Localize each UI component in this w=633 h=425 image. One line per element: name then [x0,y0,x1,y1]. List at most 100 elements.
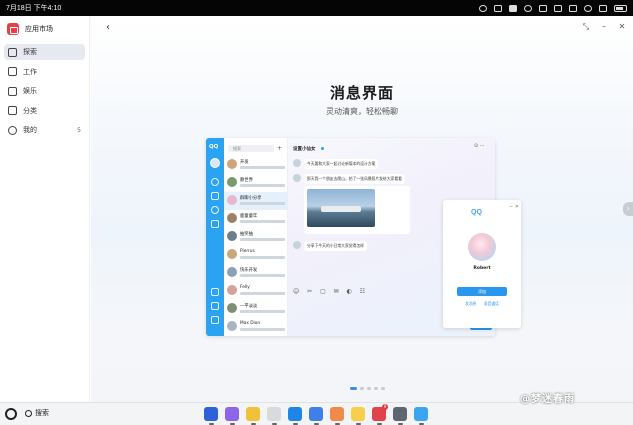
chat-icon[interactable] [494,4,502,12]
running-indicator [208,423,214,425]
bluetooth-icon[interactable] [569,4,577,12]
app-store-logo-icon [7,23,19,35]
avatar [293,174,301,182]
avatar [227,249,237,259]
chat-preview [240,255,285,259]
app-window: 应用市场 探索 工作 娱乐 分类 我的 5 ‹ ⤡ – ✕ 消息界面 灵动清爽，… [0,16,633,402]
watermark: @梦迷春雨 [520,394,575,405]
update-count-badge: 5 [77,126,81,134]
preview-nav-rail: QQ [206,138,224,336]
chat-name: Max Dion [240,321,261,326]
explore-icon [8,47,17,57]
profile-avatar [468,233,496,261]
sidebar-item-label: 探索 [23,48,37,56]
carousel-dot[interactable] [381,387,385,390]
chat-name: Felly [240,285,250,290]
avatar [293,241,301,249]
carousel-dot[interactable] [367,387,371,390]
avatar [227,303,237,313]
settings-icon[interactable] [393,407,407,421]
running-indicator [376,423,382,425]
notes-icon[interactable] [246,407,260,421]
wifi-icon[interactable] [599,4,607,12]
restore-window-icon[interactable]: ⤡ [581,22,591,32]
profile-icon [8,125,17,135]
launcher-icon[interactable] [204,407,218,421]
message-bubble: 分享下今天的小日常大家觉得怎样 [304,241,367,251]
browser-icon[interactable] [288,407,302,421]
trash-icon[interactable] [267,407,281,421]
assistant-icon[interactable] [414,407,428,421]
chat-name: 开发 [240,160,249,165]
screen-icon[interactable] [539,4,547,12]
chat-preview [240,201,285,205]
taskbar-search[interactable]: 搜索 [25,408,49,418]
list-item: 开发 [224,156,288,174]
chat-name: 群聊小分享 [240,196,262,201]
avatar [227,267,237,277]
preview-avatar [210,158,220,168]
minimize-icon[interactable]: – [599,22,609,32]
close-icon[interactable]: ✕ [617,22,627,32]
sidebar-item-explore[interactable]: 探索 [4,44,85,60]
next-screenshot-button[interactable]: › [623,202,633,216]
chat-preview [240,273,285,277]
sidebar-item-category[interactable]: 分类 [4,103,85,119]
landscape-photo [307,189,375,227]
profile-qq-logo: QQ [471,209,482,216]
message-bubble: 今天要和大家一起讨论新版本的设计方案 [304,159,379,169]
sidebar-item-work[interactable]: 工作 [4,64,85,80]
photo-message [304,186,410,234]
app-header: 应用市场 [0,16,89,42]
documents-icon[interactable] [351,407,365,421]
preview-profile-card: QQ − ✕ Robert 添加 发消息 语音通话 [443,200,521,328]
avatar [227,321,237,331]
sidebar-item-entertainment[interactable]: 娱乐 [4,83,85,99]
list-item: 群聊小分享 [224,192,288,210]
sidebar-item-label: 娱乐 [23,87,37,95]
preview-chat-list: 搜索 + 开发 静世界 群聊小分享 鹿童童年 抽奖抽 Pierrus 快乐开发 … [224,138,288,336]
list-item: Pierrus [224,246,288,264]
preview-add-icon: + [277,145,283,152]
contacts-icon [211,192,219,200]
profile-name: Robert [473,266,491,271]
sidebar-item-mine[interactable]: 我的 5 [4,122,85,138]
running-indicator [397,423,403,425]
window-toolbar: ‹ ⤡ – ✕ [91,16,633,40]
screenshot-title: 消息界面 [329,84,394,102]
battery-icon[interactable] [614,4,627,12]
category-icon [8,106,17,115]
folder-icon [211,302,219,310]
running-indicator [250,423,256,425]
chat-preview [240,327,285,331]
app-title: 应用市场 [25,25,53,33]
avatar [227,231,237,241]
start-button[interactable] [5,408,17,420]
taskbar: 搜索 9 [0,402,633,425]
carousel-dot[interactable] [374,387,378,390]
sidebar-nav: 探索 工作 娱乐 分类 我的 5 [0,42,89,144]
app-store-icon[interactable] [509,4,517,12]
sidebar: 应用市场 探索 工作 娱乐 分类 我的 5 [0,16,90,402]
sidebar-item-label: 工作 [23,67,37,76]
screenshot-subtitle: 灵动清爽，轻松畅聊 [326,107,398,116]
chat-preview [240,219,285,223]
chat-name: 快乐开发 [240,268,258,273]
message-icon [211,178,219,186]
volume-icon[interactable] [584,4,592,12]
gallery-icon[interactable] [330,407,344,421]
files-icon[interactable] [225,407,239,421]
mail-icon[interactable] [309,407,323,421]
running-indicator [334,423,340,425]
carousel-dot[interactable] [360,387,364,390]
sidebar-item-label: 我的 [23,126,37,134]
chat-preview [240,291,285,295]
carousel-dot[interactable] [350,387,357,390]
chat-preview [240,237,285,241]
grid-icon[interactable] [554,4,562,12]
status-bar: 7月18日 下午4:10 [0,0,633,16]
back-button[interactable]: ‹ [103,23,113,33]
camera-icon[interactable] [524,4,532,12]
assistant-icon[interactable] [479,4,487,12]
chat-name: 一平淡淡 [240,304,258,309]
